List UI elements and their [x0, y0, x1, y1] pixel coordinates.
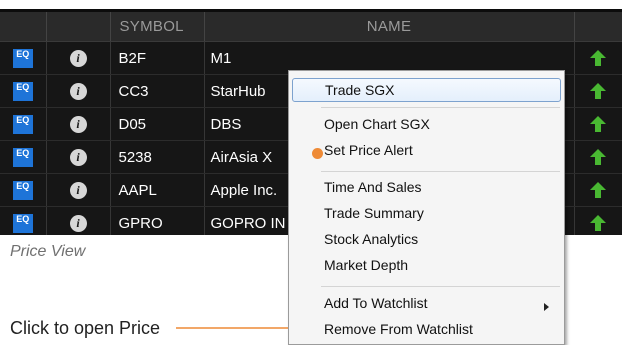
- menu-item-add-to-watchlist[interactable]: Add To Watchlist: [292, 295, 561, 319]
- context-menu: Trade SGX Open Chart SGX Set Price Alert…: [288, 70, 565, 345]
- callout-label: Click to open Price: [10, 318, 161, 338]
- submenu-arrow-icon: [544, 303, 549, 311]
- menu-separator: [321, 286, 560, 287]
- menu-item-remove-from-watchlist[interactable]: Remove From Watchlist: [292, 321, 561, 345]
- menu-item-trade-sgx[interactable]: Trade SGX: [292, 78, 561, 102]
- callout-dot-icon: [312, 148, 323, 159]
- menu-item-set-price-alert[interactable]: Set Price Alert: [292, 142, 561, 166]
- menu-item-market-depth[interactable]: Market Depth: [292, 257, 561, 281]
- menu-item-stock-analytics[interactable]: Stock Analytics: [292, 231, 561, 255]
- menu-separator: [321, 171, 560, 172]
- menu-separator: [321, 107, 560, 108]
- menu-item-label: Add To Watchlist: [324, 295, 428, 311]
- menu-item-open-chart-sgx[interactable]: Open Chart SGX: [292, 116, 561, 140]
- menu-item-trade-summary[interactable]: Trade Summary: [292, 205, 561, 229]
- menu-item-time-and-sales[interactable]: Time And Sales: [292, 179, 561, 203]
